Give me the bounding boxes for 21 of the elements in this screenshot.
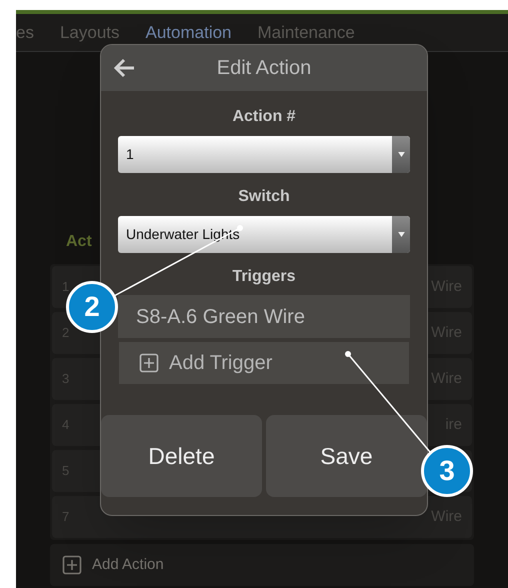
field-label: Switch xyxy=(238,187,290,207)
triggers-label: Triggers xyxy=(232,267,296,287)
add-trigger-button[interactable]: Add Trigger xyxy=(119,342,409,384)
nav-tab[interactable]: Automation xyxy=(146,20,232,46)
dropdown[interactable]: 1 xyxy=(118,136,410,173)
dropdown-caret-icon xyxy=(398,232,404,237)
add-action-button[interactable]: Add Action xyxy=(50,544,474,586)
trigger-item[interactable]: S8-A.6 Green Wire xyxy=(118,295,410,338)
delete-button[interactable]: Delete xyxy=(101,415,262,497)
dropdown-caret-icon xyxy=(398,152,404,157)
list-header: Act xyxy=(66,232,92,252)
plus-square-icon xyxy=(139,353,159,373)
back-arrow-icon xyxy=(113,56,137,80)
nav-tab[interactable]: Maintenance xyxy=(258,20,355,46)
plus-square-icon xyxy=(62,555,82,575)
dialog-title: Edit Action xyxy=(216,56,312,81)
nav-tab[interactable]: es xyxy=(16,20,34,46)
field-label: Action # xyxy=(232,107,296,127)
nav-tab[interactable]: Layouts xyxy=(60,20,120,46)
save-button[interactable]: Save xyxy=(266,415,427,497)
dropdown-value: 1 xyxy=(125,145,135,164)
